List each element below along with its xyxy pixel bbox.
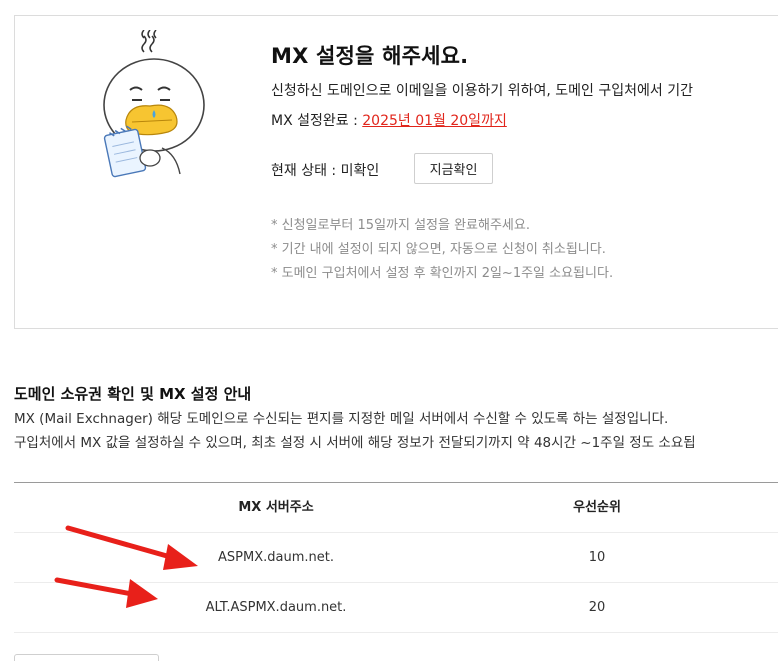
priority-cell: 20 bbox=[588, 600, 606, 615]
character-illustration bbox=[103, 30, 205, 178]
priority-cell: 10 bbox=[588, 550, 606, 565]
mx-note: * 기간 내에 설정이 되지 않으면, 자동으로 신청이 취소됩니다. bbox=[271, 242, 606, 257]
bottom-button[interactable] bbox=[14, 654, 159, 661]
guide-line: MX (Mail Exchnager) 해당 도메인으로 수신되는 편지를 지정… bbox=[14, 411, 669, 427]
guide-text: MX (Mail Exchnager) 해당 도메인으로 수신되는 편지를 지정… bbox=[14, 407, 696, 455]
mx-setup-title: MX 설정을 해주세요. bbox=[271, 44, 469, 68]
red-arrow-icon bbox=[54, 577, 158, 608]
mx-status-text: 현재 상태 : 미확인 bbox=[271, 163, 380, 179]
mx-setup-description: 신청하신 도메인으로 이메일을 이용하기 위하여, 도메인 구입처에서 기간 bbox=[271, 83, 693, 99]
guide-title: 도메인 소유권 확인 및 MX 설정 안내 bbox=[14, 385, 252, 403]
mx-deadline-date: 2025년 01월 20일까지 bbox=[362, 113, 507, 129]
mx-deadline: MX 설정완료 : 2025년 01월 20일까지 bbox=[271, 110, 507, 130]
guide-line: 구입처에서 MX 값을 설정하실 수 있으며, 최초 설정 시 서버에 해당 정… bbox=[14, 435, 696, 451]
red-arrow-icon bbox=[65, 525, 198, 570]
check-now-button[interactable]: 지금확인 bbox=[414, 153, 493, 184]
mx-server-cell: ALT.ASPMX.daum.net. bbox=[205, 600, 347, 615]
header-priority: 우선순위 bbox=[573, 500, 621, 515]
mx-note: * 신청일로부터 15일까지 설정을 완료해주세요. bbox=[271, 218, 530, 233]
page: MX 설정을 해주세요. 신청하신 도메인으로 이메일을 이용하기 위하여, 도… bbox=[0, 0, 778, 661]
mx-notes: * 신청일로부터 15일까지 설정을 완료해주세요. * 기간 내에 설정이 되… bbox=[271, 214, 613, 286]
mx-deadline-label: MX 설정완료 : bbox=[271, 113, 363, 129]
mx-note: * 도메인 구입처에서 설정 후 확인까지 2일~1주일 소요됩니다. bbox=[271, 266, 614, 281]
